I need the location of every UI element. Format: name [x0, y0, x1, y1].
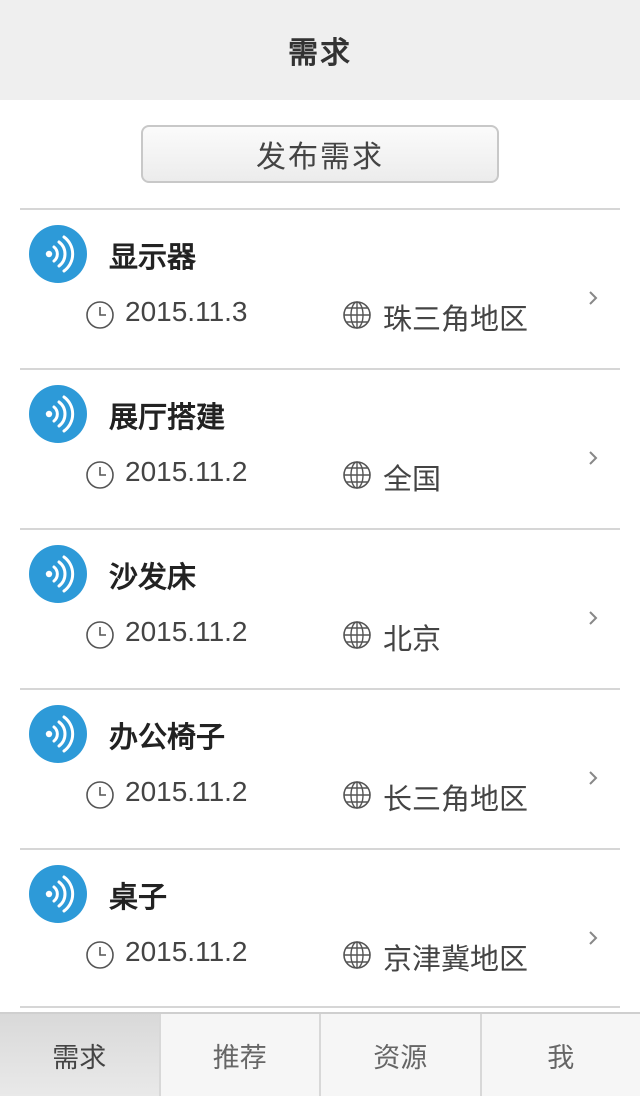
chevron-right-icon: [586, 928, 600, 948]
broadcast-icon: [29, 865, 87, 923]
clock-icon: [85, 620, 115, 650]
list-item[interactable]: 展厅搭建 2015.11.2 全国: [20, 368, 620, 528]
chevron-right-icon: [586, 768, 600, 788]
tab-me[interactable]: 我: [479, 1014, 640, 1096]
broadcast-icon: [29, 705, 87, 763]
globe-icon: [342, 620, 372, 650]
chevron-right-icon: [586, 448, 600, 468]
bottom-tab-bar: 需求 推荐 资源 我: [0, 1012, 640, 1096]
list-item[interactable]: 显示器 2015.11.3 珠三角地区: [20, 208, 620, 368]
globe-icon: [342, 460, 372, 490]
publish-area: 发布需求: [0, 100, 640, 210]
item-region: 长三角地区: [383, 782, 529, 816]
header-bar: 需求: [0, 0, 640, 100]
item-title: 沙发床: [109, 560, 197, 594]
broadcast-icon: [29, 545, 87, 603]
globe-icon: [342, 940, 372, 970]
clock-icon: [85, 940, 115, 970]
item-region: 全国: [383, 462, 442, 496]
item-date: 2015.11.2: [125, 616, 248, 647]
globe-icon: [342, 780, 372, 810]
list-item[interactable]: 桌子 2015.11.2 京津冀地区: [20, 848, 620, 1008]
item-date: 2015.11.2: [125, 456, 248, 487]
item-region: 京津冀地区: [383, 942, 529, 976]
globe-icon: [342, 300, 372, 330]
tab-demand[interactable]: 需求: [0, 1014, 159, 1096]
item-title: 桌子: [109, 880, 168, 914]
clock-icon: [85, 780, 115, 810]
item-title: 显示器: [109, 240, 197, 274]
list-item[interactable]: 办公椅子 2015.11.2 长三角地区: [20, 688, 620, 848]
item-title: 办公椅子: [109, 720, 226, 754]
item-date: 2015.11.2: [125, 776, 248, 807]
demand-list: 显示器 2015.11.3 珠三角地区 展厅搭建 2015.11.2 全国 沙发…: [20, 208, 620, 1008]
list-item[interactable]: 沙发床 2015.11.2 北京: [20, 528, 620, 688]
broadcast-icon: [29, 385, 87, 443]
item-date: 2015.11.3: [125, 296, 248, 327]
broadcast-icon: [29, 225, 87, 283]
tab-recommend[interactable]: 推荐: [158, 1014, 320, 1096]
item-title: 展厅搭建: [109, 400, 226, 434]
item-date: 2015.11.2: [125, 936, 248, 967]
clock-icon: [85, 460, 115, 490]
page-title: 需求: [288, 36, 352, 71]
clock-icon: [85, 300, 115, 330]
item-region: 珠三角地区: [383, 302, 529, 336]
chevron-right-icon: [586, 288, 600, 308]
publish-demand-button[interactable]: 发布需求: [141, 125, 499, 183]
tab-resources[interactable]: 资源: [319, 1014, 480, 1096]
item-region: 北京: [383, 622, 442, 656]
chevron-right-icon: [586, 608, 600, 628]
